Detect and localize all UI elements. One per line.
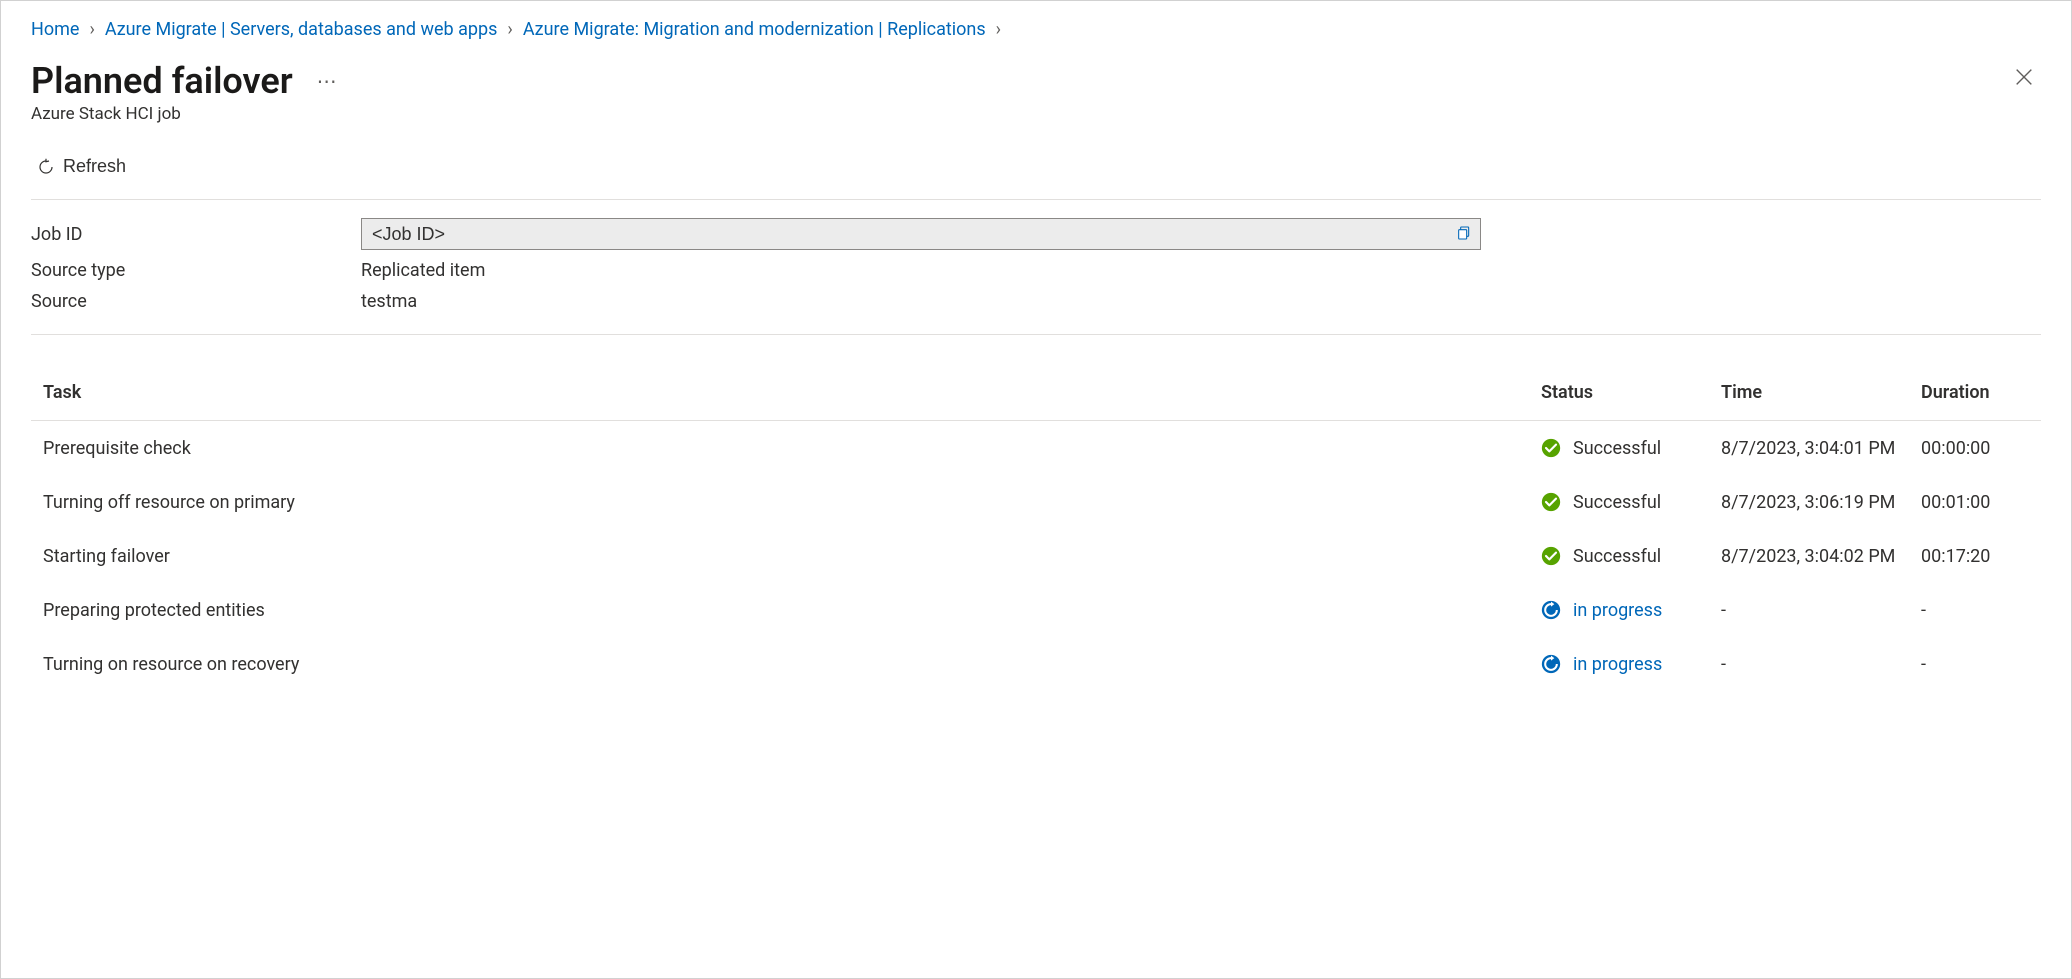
jobid-label: Job ID	[31, 224, 361, 245]
close-icon	[2013, 66, 2035, 88]
task-name: Preparing protected entities	[31, 600, 1541, 621]
copy-icon	[1456, 225, 1472, 241]
breadcrumb-item[interactable]: Azure Migrate: Migration and modernizati…	[523, 19, 986, 40]
page-title: Planned failover	[31, 60, 293, 102]
tasks-table: Task Status Time Duration Prerequisite c…	[1, 365, 2071, 691]
source-type-label: Source type	[31, 260, 361, 281]
refresh-icon	[37, 158, 55, 176]
time-cell: 8/7/2023, 3:04:01 PM	[1721, 438, 1921, 459]
status-cell: in progress	[1541, 654, 1721, 675]
close-button[interactable]	[2007, 60, 2041, 97]
breadcrumb: Home › Azure Migrate | Servers, database…	[1, 1, 2071, 52]
jobid-input[interactable]	[372, 224, 1454, 245]
status-cell: Successful	[1541, 438, 1721, 459]
col-status: Status	[1541, 382, 1721, 403]
task-name: Starting failover	[31, 546, 1541, 567]
refresh-label: Refresh	[63, 156, 126, 177]
table-row: Turning off resource on primary Successf…	[31, 475, 2041, 529]
duration-cell: 00:00:00	[1921, 438, 2041, 459]
source-label: Source	[31, 291, 361, 312]
properties-section: Job ID Source type Replicated item Sourc…	[1, 200, 2071, 334]
success-icon	[1541, 546, 1561, 566]
success-icon	[1541, 492, 1561, 512]
jobid-field	[361, 218, 1481, 250]
table-row: Starting failover Successful 8/7/2023, 3…	[31, 529, 2041, 583]
task-name: Turning off resource on primary	[31, 492, 1541, 513]
col-time: Time	[1721, 382, 1921, 403]
duration-cell: -	[1921, 600, 2041, 621]
breadcrumb-item[interactable]: Home	[31, 19, 79, 40]
time-cell: 8/7/2023, 3:04:02 PM	[1721, 546, 1921, 567]
task-name: Turning on resource on recovery	[31, 654, 1541, 675]
duration-cell: 00:01:00	[1921, 492, 2041, 513]
status-text: Successful	[1573, 492, 1661, 513]
table-row: Turning on resource on recovery in progr…	[31, 637, 2041, 691]
in-progress-icon	[1541, 654, 1561, 674]
table-row: Preparing protected entities in progress…	[31, 583, 2041, 637]
chevron-right-icon: ›	[89, 19, 94, 40]
toolbar: Refresh	[1, 124, 2071, 199]
chevron-right-icon: ›	[996, 19, 1001, 40]
time-cell: -	[1721, 654, 1921, 675]
divider	[31, 334, 2041, 335]
col-task: Task	[31, 382, 1541, 403]
duration-cell: 00:17:20	[1921, 546, 2041, 567]
time-cell: -	[1721, 600, 1921, 621]
source-value: testma	[361, 291, 417, 312]
chevron-right-icon: ›	[507, 19, 512, 40]
table-row: Prerequisite check Successful 8/7/2023, …	[31, 421, 2041, 475]
col-duration: Duration	[1921, 382, 2041, 403]
in-progress-icon	[1541, 600, 1561, 620]
copy-button[interactable]	[1454, 223, 1474, 246]
duration-cell: -	[1921, 654, 2041, 675]
status-text: in progress	[1573, 600, 1662, 621]
status-text: Successful	[1573, 546, 1661, 567]
refresh-button[interactable]: Refresh	[31, 152, 132, 181]
task-name: Prerequisite check	[31, 438, 1541, 459]
status-text: Successful	[1573, 438, 1661, 459]
time-cell: 8/7/2023, 3:06:19 PM	[1721, 492, 1921, 513]
page-subtitle: Azure Stack HCI job	[1, 102, 2071, 124]
status-cell: Successful	[1541, 546, 1721, 567]
status-cell: in progress	[1541, 600, 1721, 621]
success-icon	[1541, 438, 1561, 458]
status-text: in progress	[1573, 654, 1662, 675]
breadcrumb-item[interactable]: Azure Migrate | Servers, databases and w…	[105, 19, 498, 40]
source-type-value: Replicated item	[361, 260, 485, 281]
more-icon[interactable]: ⋯	[317, 69, 337, 93]
status-cell: Successful	[1541, 492, 1721, 513]
table-header-row: Task Status Time Duration	[31, 365, 2041, 421]
